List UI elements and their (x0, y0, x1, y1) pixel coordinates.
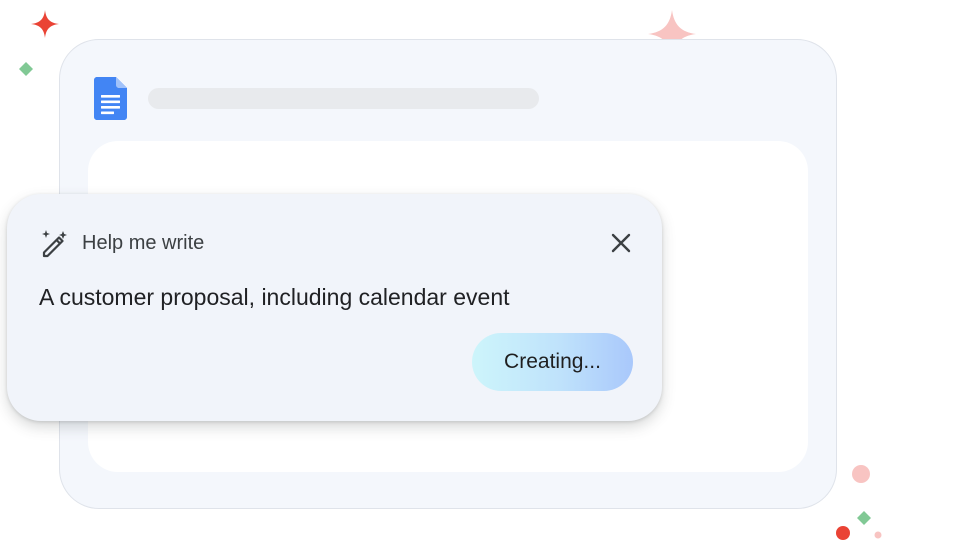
prompt-text[interactable]: A customer proposal, including calendar … (39, 282, 510, 312)
pink-small-dot-icon (874, 531, 882, 539)
green-diamond-small-icon (857, 511, 871, 525)
pink-dot-icon (852, 465, 870, 483)
document-title-placeholder (148, 88, 539, 109)
creating-button[interactable]: Creating... (472, 333, 633, 391)
magic-wand-icon (42, 230, 67, 258)
stage: Help me write A customer proposal, inclu… (0, 0, 971, 548)
green-diamond-icon (19, 62, 33, 76)
google-docs-icon (94, 77, 127, 120)
close-icon[interactable] (606, 228, 636, 258)
red-sparkle-icon (31, 10, 59, 38)
help-me-write-title: Help me write (82, 232, 205, 254)
red-dot-icon (836, 526, 850, 540)
